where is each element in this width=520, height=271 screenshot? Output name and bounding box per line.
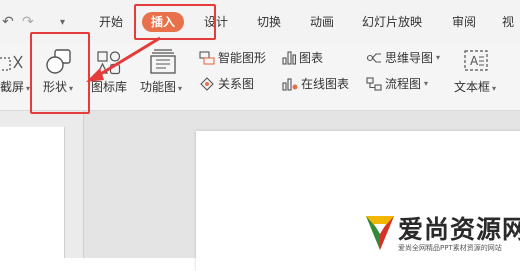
chart-icon bbox=[282, 51, 296, 65]
watermark: 爱尚资源网 爱尚全网精品PPT素材资源的网站 bbox=[360, 208, 520, 258]
slide-thumbnail[interactable] bbox=[0, 127, 65, 258]
redo-icon[interactable]: ↷ bbox=[22, 14, 34, 30]
textbox-label: 文本框 bbox=[454, 80, 491, 94]
chevron-down-icon[interactable]: ▾ bbox=[60, 17, 65, 28]
chart-label: 图表 bbox=[299, 51, 324, 65]
tab-transition[interactable]: 切换 bbox=[257, 14, 281, 30]
online-chart-label: 在线图表 bbox=[301, 77, 350, 91]
watermark-title: 爱尚资源网 bbox=[398, 215, 520, 244]
online-chart-icon bbox=[282, 78, 298, 91]
red-arrow-icon bbox=[86, 36, 161, 82]
watermark-logo-icon bbox=[366, 216, 394, 250]
svg-text:A: A bbox=[470, 54, 479, 68]
watermark-subtitle: 爱尚全网精品PPT素材资源的网站 bbox=[398, 244, 502, 252]
screenshot-icon[interactable] bbox=[0, 52, 26, 74]
smart-shape-button[interactable]: 智能图形 bbox=[199, 50, 266, 66]
textbox-button[interactable]: 文本框 ▾ bbox=[454, 80, 496, 96]
tab-home[interactable]: 开始 bbox=[99, 14, 123, 30]
mind-map-label: 思维导图 bbox=[385, 51, 434, 65]
screenshot-label: 截屏 bbox=[0, 80, 25, 94]
smart-shape-icon bbox=[199, 51, 215, 65]
mind-map-icon bbox=[366, 53, 381, 63]
relationship-button[interactable]: 关系图 bbox=[199, 76, 254, 92]
flowchart-button[interactable]: 流程图 ▾ bbox=[366, 76, 428, 92]
tab-animation[interactable]: 动画 bbox=[310, 14, 334, 30]
screenshot-button[interactable]: 截屏 ▾ bbox=[0, 80, 30, 96]
textbox-icon[interactable]: A bbox=[462, 48, 490, 74]
flowchart-icon bbox=[366, 77, 382, 91]
undo-icon[interactable]: ↶ bbox=[2, 14, 14, 30]
tab-review[interactable]: 审阅 bbox=[452, 14, 476, 30]
flowchart-label: 流程图 bbox=[385, 77, 422, 91]
online-chart-button[interactable]: 在线图表 bbox=[282, 76, 349, 92]
mind-map-button[interactable]: 思维导图 ▾ bbox=[366, 50, 440, 66]
chart-button[interactable]: 图表 bbox=[282, 50, 323, 66]
tab-slideshow[interactable]: 幻灯片放映 bbox=[362, 14, 422, 30]
relationship-icon bbox=[200, 77, 214, 91]
relationship-label: 关系图 bbox=[218, 77, 255, 91]
tab-view[interactable]: 视 bbox=[502, 14, 514, 30]
smart-shape-label: 智能图形 bbox=[218, 51, 267, 65]
